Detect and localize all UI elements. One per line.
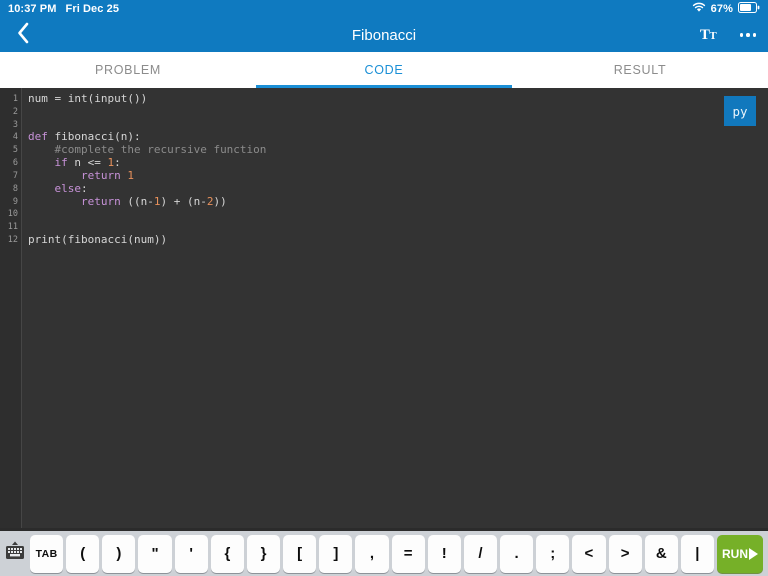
key-ampersand[interactable]: &: [644, 534, 678, 573]
code-line: #complete the recursive function: [28, 143, 768, 157]
key-equals[interactable]: =: [391, 534, 425, 573]
code-token-keyword: else: [54, 181, 82, 195]
line-number-gutter: 1 2 3 4 5 6 7 8 9 10 11 12: [0, 88, 22, 528]
code-text-area[interactable]: num = int(input()) def fibonacci(n): #co…: [22, 88, 768, 528]
line-number: 7: [12, 170, 18, 181]
key-slash[interactable]: /: [463, 534, 498, 573]
status-bar-date: Fri Dec 25: [65, 3, 120, 15]
key-comma[interactable]: ,: [355, 534, 389, 573]
code-token-number: 1: [107, 156, 115, 170]
play-icon: [749, 547, 758, 560]
line-number: 5: [12, 145, 18, 156]
key-semicolon[interactable]: ;: [536, 534, 570, 573]
text-size-icon: TT: [699, 26, 717, 43]
key-exclamation[interactable]: !: [427, 534, 461, 573]
code-token-number: 2: [206, 194, 214, 208]
code-token-keyword: if: [54, 156, 68, 170]
key-greater-than[interactable]: >: [608, 534, 642, 573]
nav-bar: Fibonacci TT: [0, 18, 768, 52]
code-line: else:: [54, 181, 88, 195]
key-bracket-close[interactable]: ]: [319, 534, 353, 573]
code-token-keyword: return: [80, 168, 121, 182]
tab-bar: PROBLEM CODE RESULT: [0, 52, 768, 88]
page-title: Fibonacci: [351, 26, 417, 44]
keyboard-accessory-bar: TAB ( ) " ' { } [ ] , = ! / . ; < > & | …: [0, 528, 768, 576]
line-number: 6: [12, 158, 18, 169]
keyboard-dismiss-icon: [4, 540, 26, 567]
line-number: 4: [12, 132, 18, 143]
tab-result[interactable]: RESULT: [512, 52, 768, 88]
ellipsis-icon: [739, 33, 757, 37]
dismiss-keyboard-button[interactable]: [3, 532, 27, 576]
run-button-label: RUN: [722, 546, 748, 561]
wifi-icon: [692, 2, 706, 16]
key-paren-close[interactable]: ): [102, 534, 136, 573]
line-number: 10: [7, 209, 18, 220]
code-token-keyword: return: [80, 194, 121, 208]
code-token-number: 1: [153, 194, 161, 208]
language-badge[interactable]: py: [724, 96, 756, 126]
run-button[interactable]: RUN: [717, 534, 763, 573]
code-token-number: 1: [127, 168, 134, 182]
status-bar: 10:37 PM Fri Dec 25 67%: [0, 0, 768, 18]
line-number: 12: [7, 235, 18, 246]
key-brace-close[interactable]: }: [246, 534, 281, 573]
code-line: return 1: [28, 168, 768, 183]
key-brace-open[interactable]: {: [210, 534, 244, 573]
line-number: 8: [12, 183, 18, 194]
key-pipe[interactable]: |: [680, 534, 714, 573]
key-paren-open[interactable]: (: [66, 534, 100, 573]
key-less-than[interactable]: <: [572, 534, 606, 573]
line-number: 11: [7, 222, 18, 233]
tab-code[interactable]: CODE: [256, 52, 512, 88]
text-size-button[interactable]: TT: [688, 18, 728, 52]
code-editor[interactable]: 1 2 3 4 5 6 7 8 9 10 11 12 num = int(inp…: [0, 88, 768, 528]
nav-bar-actions: TT: [688, 18, 768, 52]
code-line: if n <= 1:: [54, 156, 121, 170]
code-token-keyword: def: [28, 130, 48, 144]
key-bracket-open[interactable]: [: [283, 534, 317, 573]
more-options-button[interactable]: [728, 18, 768, 52]
code-line: print(fibonacci(num)): [28, 233, 168, 247]
line-number: 2: [12, 106, 18, 117]
symbol-key-row: TAB ( ) " ' { } [ ] , = ! / . ; < > & |: [30, 534, 714, 574]
status-bar-time: 10:37 PM: [8, 3, 57, 15]
key-single-quote[interactable]: ': [174, 534, 208, 573]
tab-problem[interactable]: PROBLEM: [0, 52, 256, 88]
app-root: 10:37 PM Fri Dec 25 67% Fibonacci TT PRO…: [0, 0, 768, 576]
status-bar-right: 67%: [692, 2, 760, 16]
battery-percent: 67%: [710, 3, 733, 15]
line-number: 9: [12, 196, 18, 207]
line-number: 3: [12, 119, 18, 130]
code-line: num = int(input()): [28, 92, 148, 105]
key-period[interactable]: .: [500, 534, 534, 573]
chevron-left-icon: [17, 22, 30, 49]
key-double-quote[interactable]: ": [138, 534, 172, 573]
line-number: 1: [12, 94, 18, 104]
back-button[interactable]: [0, 18, 46, 52]
code-token-comment: #complete the recursive function: [54, 143, 267, 157]
battery-icon: [738, 2, 760, 16]
code-line: return ((n-1) + (n-2)): [80, 194, 227, 208]
key-tab[interactable]: TAB: [30, 534, 64, 573]
